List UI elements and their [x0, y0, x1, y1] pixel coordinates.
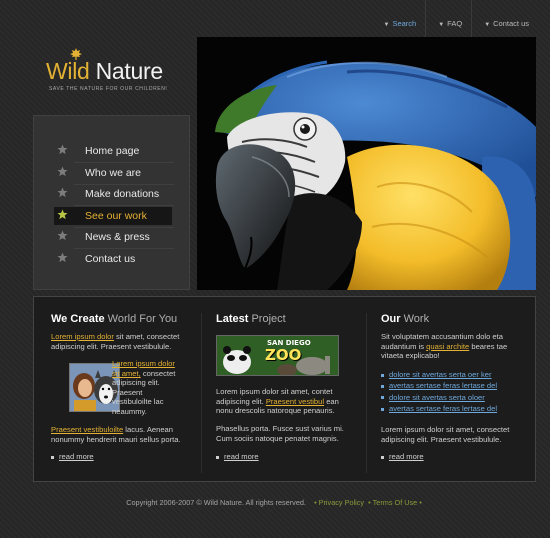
column-heading: Our Work	[381, 313, 429, 325]
list-item[interactable]: dolore sit avertas serta oer ker	[381, 369, 497, 380]
list-item[interactable]: dolore sit avertas serta oloer	[381, 392, 497, 403]
column-heading: Latest Project	[216, 313, 286, 325]
body-text: Praesent vestibuloilte lacus. Aenean non…	[51, 425, 191, 444]
menu-item-label: Make donations	[85, 188, 160, 200]
hero-image-parrot	[197, 37, 536, 290]
list-item[interactable]: avertas sertase feras lertase del	[381, 403, 497, 414]
zoo-banner-image[interactable]: SAN DIEGO ZOO	[216, 335, 339, 376]
menu-item-who-we-are[interactable]: Who we are	[54, 164, 172, 182]
parrot-illustration	[197, 37, 536, 290]
bullet-icon	[216, 455, 219, 459]
content-panel: We Create World For You Lorem ipsum dolo…	[33, 296, 536, 482]
inline-link[interactable]: quasi archite	[426, 342, 469, 351]
column-our-work: Our Work Sit voluptatem accusantium dolo…	[381, 297, 521, 481]
terms-of-use-link[interactable]: Terms Of Use	[373, 498, 418, 507]
bullet-icon	[381, 396, 384, 400]
menu-item-contact[interactable]: Contact us	[54, 250, 172, 268]
read-more-label: read more	[59, 452, 94, 461]
work-links-list: dolore sit avertas serta oer ker avertas…	[381, 369, 497, 415]
nav-faq-label: FAQ	[447, 19, 463, 28]
inline-link[interactable]: Praesent vestibuloilte	[51, 425, 123, 434]
side-text: Lorem ipsum dolor sit amet, consectet ad…	[112, 359, 184, 416]
star-icon	[57, 166, 68, 177]
project-text-2: Phasellus porta. Fusce sust varius mi. C…	[216, 424, 344, 443]
work-intro-text: Sit voluptatem accusantium dolo eta auda…	[381, 332, 516, 361]
star-icon	[57, 187, 68, 198]
list-item-label: avertas sertase feras lertase del	[389, 381, 498, 391]
bullet-icon: •	[419, 498, 422, 507]
inline-link[interactable]: Praesent vestibul	[266, 397, 324, 406]
column-divider	[201, 313, 202, 473]
menu-item-label: Contact us	[85, 253, 136, 265]
footer: Copyright 2006-2007 © Wild Nature. All r…	[0, 498, 550, 507]
intro-text: Lorem ipsum dolor sit amet, consectet ad…	[51, 332, 186, 351]
logo-tagline: SAVE THE NATURE FOR OUR CHILDREN!	[49, 86, 168, 92]
star-icon	[57, 230, 68, 241]
list-item-label: dolore sit avertas serta oloer	[389, 392, 485, 402]
heading-bold: We Create	[51, 313, 105, 325]
read-more-label: read more	[224, 452, 259, 461]
menu-divider	[74, 162, 174, 163]
heading-light: Work	[403, 313, 430, 325]
heading-bold: Latest	[216, 313, 249, 325]
nav-contact-label: Contact us	[493, 19, 529, 28]
list-item-label: avertas sertase feras lertase del	[389, 404, 498, 414]
arrow-down-icon: ▼	[438, 22, 445, 28]
menu-item-see-our-work[interactable]: See our work	[54, 207, 172, 225]
bullet-icon	[381, 384, 384, 388]
list-item[interactable]: avertas sertase feras lertase del	[381, 380, 497, 391]
nav-search-label: Search	[392, 19, 417, 28]
main-menu: Home page Who we are Make donations See …	[33, 115, 190, 290]
column-we-create: We Create World For You Lorem ipsum dolo…	[51, 297, 191, 481]
menu-item-label: See our work	[85, 210, 147, 222]
bullet-icon	[381, 373, 384, 377]
inline-link[interactable]: Lorem ipsum dolor	[51, 332, 114, 341]
star-icon	[57, 209, 68, 220]
arrow-down-icon: ▼	[484, 22, 491, 28]
menu-item-news-press[interactable]: News & press	[54, 228, 172, 246]
menu-divider	[74, 248, 174, 249]
column-divider	[366, 313, 367, 473]
logo-word-nature: Nature	[95, 58, 164, 84]
read-more-link[interactable]: read more	[381, 452, 424, 461]
bullet-icon	[381, 407, 384, 411]
bullet-icon: •	[314, 498, 317, 507]
star-icon	[57, 252, 68, 263]
heading-bold: Our	[381, 313, 401, 325]
menu-item-label: Home page	[85, 145, 140, 157]
read-more-label: read more	[389, 452, 424, 461]
bullet-icon	[51, 455, 54, 459]
menu-divider	[74, 205, 174, 206]
arrow-down-icon: ▼	[383, 22, 390, 28]
menu-item-donations[interactable]: Make donations	[54, 185, 172, 203]
column-latest-project: Latest Project SAN DIEGO ZOO Lorem ipsum…	[216, 297, 356, 481]
logo-word-wild: Wild	[46, 58, 90, 84]
menu-item-home[interactable]: Home page	[54, 142, 172, 160]
heading-light: World For You	[107, 313, 178, 325]
column-heading: We Create World For You	[51, 313, 177, 325]
menu-item-label: Who we are	[85, 167, 142, 179]
star-icon	[57, 144, 68, 155]
copyright-text: Copyright 2006-2007 © Wild Nature. All r…	[126, 498, 306, 507]
project-text: Lorem ipsum dolor sit amet, contet adipi…	[216, 387, 348, 416]
zoo-banner-line2: ZOO	[265, 346, 302, 364]
bullet-icon: •	[368, 498, 371, 507]
list-item-label: dolore sit avertas serta oer ker	[389, 370, 492, 379]
work-text: Lorem ipsum dolor sit amet, consectet ad…	[381, 425, 510, 444]
read-more-link[interactable]: read more	[51, 452, 94, 461]
heading-light: Project	[251, 313, 286, 325]
privacy-policy-link[interactable]: Privacy Policy	[319, 498, 364, 507]
read-more-link[interactable]: read more	[216, 452, 259, 461]
logo-title: Wild Nature	[46, 58, 163, 85]
bullet-icon	[381, 455, 384, 459]
menu-item-label: News & press	[85, 231, 150, 243]
